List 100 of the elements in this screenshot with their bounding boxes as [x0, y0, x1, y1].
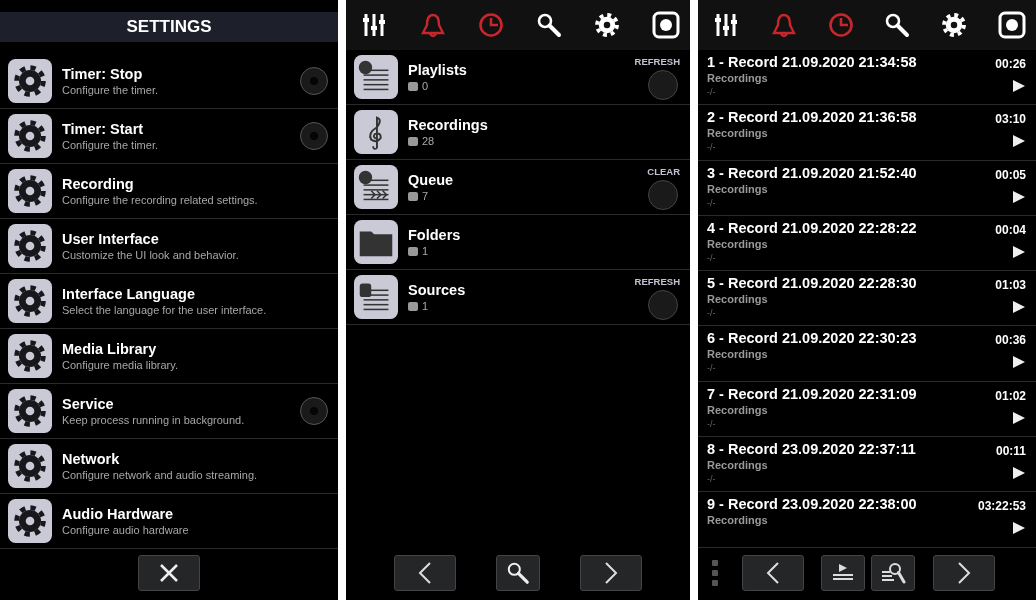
timer-icon[interactable]: [827, 12, 854, 38]
recording-item[interactable]: 7 - Record 21.09.2020 22:31:09 Recordings -/- 01:02: [698, 381, 1036, 438]
library-item[interactable]: Playlists 0 REFRESH: [346, 50, 690, 105]
settings-item[interactable]: Timer: Stop Configure the timer.: [0, 54, 338, 109]
timer-icon[interactable]: [478, 12, 504, 38]
item-count: 7: [422, 190, 429, 202]
recording-item[interactable]: 2 - Record 21.09.2020 21:36:58 Recordings -/- 03:10: [698, 105, 1036, 161]
close-button[interactable]: [138, 555, 200, 591]
recording-duration: 00:26: [995, 57, 1026, 71]
play-icon[interactable]: [1012, 79, 1026, 93]
recording-title: 1 - Record 21.09.2020 21:34:58: [707, 54, 918, 70]
recording-item[interactable]: 6 - Record 21.09.2020 22:30:23 Recordings -/- 00:36: [698, 326, 1036, 382]
more-icon[interactable]: [712, 560, 718, 586]
equalizer-icon[interactable]: [362, 12, 388, 38]
recording-title: 6 - Record 21.09.2020 22:30:23: [707, 330, 918, 347]
toggle-switch[interactable]: [300, 67, 328, 95]
recording-item[interactable]: 3 - Record 21.09.2020 21:52:40 Recordings -/- 00:05: [698, 160, 1036, 216]
forward-button[interactable]: [580, 555, 642, 591]
recording-item[interactable]: 8 - Record 23.09.2020 22:37:11 Recordings -/- 00:11: [698, 437, 1036, 493]
settings-item[interactable]: Service Keep process running in background.: [0, 384, 338, 439]
recording-duration: 03:22:53: [977, 499, 1026, 514]
item-title: Playlists: [408, 62, 468, 78]
count-icon: [408, 136, 418, 146]
item-title: Queue: [408, 172, 455, 188]
item-count: 28: [422, 135, 435, 147]
back-button[interactable]: [394, 555, 456, 591]
recording-item[interactable]: 9 - Record 23.09.2020 22:38:00 Recordings 03:22:53: [698, 492, 1036, 548]
settings-item[interactable]: Media Library Configure media library.: [0, 329, 338, 384]
recording-info: -/-: [707, 142, 717, 153]
library-item[interactable]: Recordings 28: [346, 105, 690, 160]
count-icon: [408, 246, 418, 256]
playlist-icon: [831, 563, 855, 583]
recording-title: 4 - Record 21.09.2020 22:28:22: [707, 219, 918, 236]
sources-icon: [354, 275, 398, 319]
play-icon[interactable]: [1012, 466, 1026, 481]
recording-item[interactable]: 4 - Record 21.09.2020 22:28:22 Recordings -/- 00:04: [698, 215, 1036, 272]
search-icon[interactable]: [884, 12, 911, 38]
settings-item[interactable]: User Interface Customize the UI look and behavior.: [0, 219, 338, 274]
settings-item[interactable]: Timer: Start Configure the timer.: [0, 109, 338, 164]
recording-folder: Recordings: [707, 237, 769, 250]
library-item[interactable]: Queue 7 CLEAR: [346, 160, 690, 215]
recording-folder: Recordings: [707, 348, 769, 361]
recording-title: 9 - Record 23.09.2020 22:38:00: [707, 496, 918, 513]
recording-info: -/-: [707, 474, 717, 485]
settings-item[interactable]: Recording Configure the recording related settings.: [0, 164, 338, 219]
forward-button[interactable]: [933, 555, 995, 591]
recording-duration: 00:04: [995, 222, 1026, 237]
settings-item[interactable]: Network Configure network and audio streaming.: [0, 439, 338, 494]
queue-button[interactable]: [821, 555, 865, 591]
item-title: User Interface: [62, 231, 160, 247]
toggle-switch[interactable]: [300, 397, 328, 425]
settings-item[interactable]: Interface Language Select the language for the user interface.: [0, 274, 338, 329]
recording-folder: Recordings: [707, 127, 769, 140]
recording-item[interactable]: 1 - Record 21.09.2020 21:34:58 Recordings -/- 00:26: [698, 50, 1036, 106]
recording-duration: 00:11: [995, 444, 1026, 459]
recording-folder: Recordings: [707, 293, 769, 306]
item-title: Network: [62, 451, 121, 467]
library-item[interactable]: Sources 1 REFRESH: [346, 270, 690, 325]
gear-icon: [8, 389, 52, 433]
recording-info: -/-: [707, 87, 717, 97]
bell-icon[interactable]: [770, 12, 797, 38]
settings-icon[interactable]: [594, 12, 620, 38]
search-icon[interactable]: [536, 12, 562, 38]
play-icon[interactable]: [1012, 244, 1026, 259]
library-item[interactable]: Folders 1: [346, 215, 690, 270]
gear-icon: [8, 279, 52, 323]
settings-title: SETTINGS: [0, 12, 338, 42]
toggle-switch[interactable]: [300, 122, 328, 150]
recording-title: 5 - Record 21.09.2020 22:28:30: [707, 275, 918, 292]
bell-icon[interactable]: [420, 12, 446, 38]
settings-item[interactable]: Audio Hardware Configure audio hardware: [0, 494, 338, 549]
item-title: Service: [62, 396, 115, 412]
play-icon[interactable]: [1012, 134, 1026, 149]
treble-clef-icon: [354, 110, 398, 154]
recording-title: 8 - Record 23.09.2020 22:37:11: [707, 441, 917, 458]
search-button[interactable]: [496, 555, 540, 591]
item-title: Audio Hardware: [62, 506, 175, 522]
search-icon: [506, 561, 530, 585]
search-list-button[interactable]: [871, 555, 915, 591]
play-icon[interactable]: [1012, 300, 1026, 315]
chevron-left-icon: [766, 562, 780, 584]
record-icon[interactable]: [998, 11, 1026, 39]
chevron-left-icon: [418, 562, 432, 584]
record-icon[interactable]: [652, 11, 680, 39]
settings-icon[interactable]: [941, 12, 968, 38]
back-button[interactable]: [742, 555, 804, 591]
recording-folder: Recordings: [707, 403, 769, 416]
play-icon[interactable]: [1012, 189, 1026, 204]
item-description: Configure media library.: [62, 359, 179, 371]
play-icon[interactable]: [1012, 521, 1026, 536]
item-count: 1: [422, 245, 429, 257]
item-title: Media Library: [62, 341, 158, 357]
recording-item[interactable]: 5 - Record 21.09.2020 22:28:30 Recordings -/- 01:03: [698, 271, 1036, 327]
recording-info: -/-: [707, 363, 717, 374]
action-button[interactable]: REFRESH: [634, 276, 680, 320]
action-button[interactable]: REFRESH: [634, 56, 680, 100]
equalizer-icon[interactable]: [714, 12, 740, 38]
play-icon[interactable]: [1012, 355, 1026, 370]
gear-icon: [8, 114, 52, 158]
play-icon[interactable]: [1012, 410, 1026, 425]
